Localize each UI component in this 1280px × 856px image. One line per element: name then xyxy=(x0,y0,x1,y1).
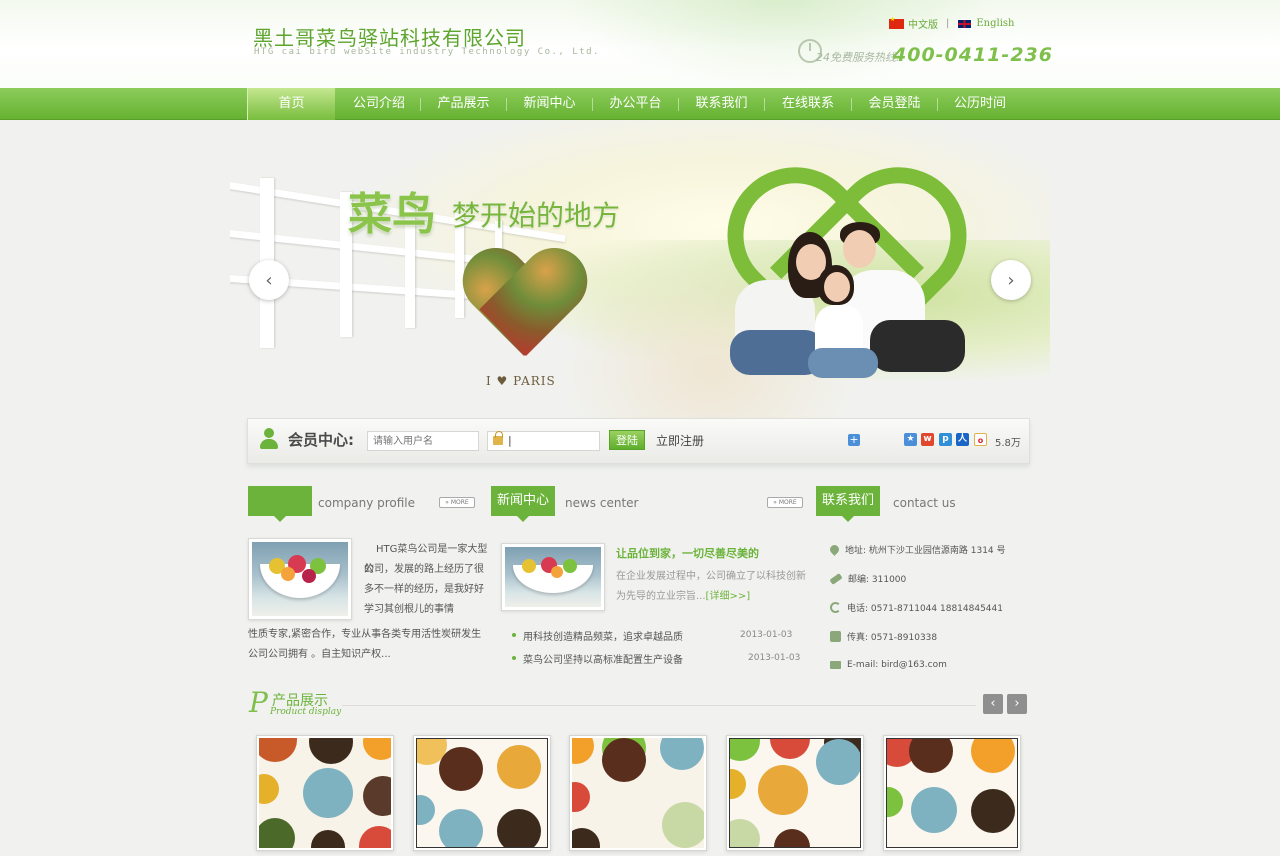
news-item-1-date: 2013-01-03 xyxy=(740,630,793,640)
hotline-number: 400-0411-236 xyxy=(893,44,1053,66)
site-header xyxy=(0,0,1280,88)
product-card-1[interactable] xyxy=(256,735,394,851)
company-desc-4: 学习其创根儿的事情 xyxy=(364,604,454,615)
lang-cn-link[interactable]: 中文版 xyxy=(908,16,938,31)
news-thumbnail[interactable] xyxy=(501,543,605,611)
bullet-icon xyxy=(512,633,516,637)
main-nav: 首页 公司介绍 产品展示 新闻中心 办公平台 联系我们 在线联系 会员登陆 公历… xyxy=(0,88,1280,120)
product-image xyxy=(259,738,391,848)
company-desc-3: 多不一样的经历，是我好好 xyxy=(364,584,484,595)
nav-about[interactable]: 公司介绍 xyxy=(338,88,420,120)
family-man-face xyxy=(843,230,876,268)
tencent-weibo-share-icon[interactable]: p xyxy=(939,433,952,446)
company-name-en: HTG cai bird webSite industry Technology… xyxy=(254,47,600,57)
company-more-button[interactable]: » MORE xyxy=(439,497,475,508)
product-card-5[interactable] xyxy=(883,735,1021,851)
product-card-3[interactable] xyxy=(569,735,707,851)
news-item-1-title[interactable]: 用科技创造精品频菜，追求卓越品质 xyxy=(523,628,683,643)
news-center-title: news center xyxy=(565,496,639,510)
product-card-2[interactable] xyxy=(413,735,551,851)
share-plus-icon[interactable]: + xyxy=(848,434,860,446)
nav-products[interactable]: 产品展示 xyxy=(421,88,506,120)
user-icon xyxy=(259,428,279,450)
share-count: 5.8万 xyxy=(995,438,1021,449)
nav-member-login[interactable]: 会员登陆 xyxy=(852,88,937,120)
hotline-label: 24免费服务热线: xyxy=(816,51,900,64)
qzone-share-icon[interactable]: ★ xyxy=(904,433,917,446)
nav-news[interactable]: 新闻中心 xyxy=(507,88,592,120)
banner-prev-button[interactable]: ‹ xyxy=(249,260,289,300)
lang-en-link[interactable]: English xyxy=(976,18,1014,29)
phone-icon xyxy=(830,602,841,613)
product-title-en: Product display xyxy=(270,707,342,717)
nav-calendar[interactable]: 公历时间 xyxy=(938,88,1022,120)
product-image xyxy=(729,738,861,848)
nav-home[interactable]: 首页 xyxy=(247,88,335,120)
banner-next-button[interactable]: › xyxy=(991,260,1031,300)
password-cursor: | xyxy=(508,434,512,447)
company-thumbnail[interactable] xyxy=(248,538,352,620)
weibo-share-icon[interactable]: w xyxy=(921,433,934,446)
renren-share-icon[interactable]: 人 xyxy=(956,433,969,446)
company-desc-6: 公司公司拥有 。自主知识产权... xyxy=(248,649,391,660)
pen-icon xyxy=(829,572,843,585)
company-desc-5: 性质专家,紧密合作，专业从事各类专用活性炭研发生 xyxy=(248,629,482,640)
product-next-button[interactable]: › xyxy=(1007,694,1027,714)
contact-tab[interactable]: 联系我们 xyxy=(816,486,880,522)
product-image xyxy=(416,738,548,848)
family-girl-face xyxy=(824,272,850,302)
contact-phone: 电话: 0571-8711044 18814845441 xyxy=(830,601,1003,614)
uk-flag-icon[interactable] xyxy=(957,18,973,29)
nav-online[interactable]: 在线联系 xyxy=(765,88,851,120)
company-profile-tab xyxy=(248,486,312,522)
news-item-2-date: 2013-01-03 xyxy=(748,653,801,663)
product-image xyxy=(572,738,704,848)
hero-banner: I ♥ PARIS 菜鸟 梦开始的地方 ‹ › xyxy=(230,120,1050,420)
nav-contact[interactable]: 联系我们 xyxy=(679,88,764,120)
news-item-2-title[interactable]: 菜鸟公司坚持以高标准配置生产设备 xyxy=(523,651,683,666)
salad-image xyxy=(505,547,601,607)
product-card-4[interactable] xyxy=(726,735,864,851)
product-prev-button[interactable]: ‹ xyxy=(983,694,1003,714)
product-divider xyxy=(342,705,976,706)
mail-icon xyxy=(830,661,841,669)
nav-office[interactable]: 办公平台 xyxy=(593,88,678,120)
family-girl-jeans xyxy=(808,348,878,378)
banner-title-sub: 梦开始的地方 xyxy=(452,199,621,232)
news-detail-link[interactable]: [详细>>] xyxy=(706,591,751,602)
food-heart-image xyxy=(460,250,590,370)
language-switch: 中文版 | English xyxy=(889,16,1015,31)
product-p-letter: P xyxy=(249,686,268,719)
password-input[interactable] xyxy=(487,431,600,451)
news-more-button[interactable]: » MORE xyxy=(767,497,803,508)
china-flag-icon[interactable] xyxy=(889,16,904,29)
paris-caption: I ♥ PARIS xyxy=(486,374,556,388)
contact-postcode: 邮编: 311000 xyxy=(829,572,906,585)
company-desc-2: 公司，发展的路上经历了很 xyxy=(364,564,484,575)
contact-title: contact us xyxy=(893,496,956,510)
baidu-share-icon[interactable]: o xyxy=(974,433,987,446)
register-link[interactable]: 立即注册 xyxy=(656,432,704,449)
contact-address: 地址: 杭州下沙工业园信源南路 1314 号 xyxy=(828,543,1006,556)
fax-icon xyxy=(830,631,841,642)
bullet-icon xyxy=(512,656,516,660)
salad-image xyxy=(252,542,348,616)
username-input[interactable] xyxy=(367,431,479,451)
news-headline[interactable]: 让品位到家，一切尽善尽美的 xyxy=(616,545,759,561)
banner-title-main: 菜鸟 xyxy=(348,189,436,240)
lang-separator: | xyxy=(946,18,950,29)
contact-email: E-mail: bird@163.com xyxy=(830,660,947,670)
family-man-pants xyxy=(870,320,965,372)
company-profile-title: company profile xyxy=(318,496,416,510)
contact-fax: 传真: 0571-8910338 xyxy=(830,630,937,643)
news-center-tab[interactable]: 新闻中心 xyxy=(491,486,555,522)
member-center-label: 会员中心: xyxy=(288,431,354,449)
location-icon xyxy=(828,543,841,556)
lock-icon xyxy=(493,431,503,445)
news-summary: 在企业发展过程中，公司确立了以科技创新 为先导的立业宗旨...[详细>>] xyxy=(616,571,806,602)
login-button[interactable]: 登陆 xyxy=(609,430,645,450)
product-image xyxy=(886,738,1018,848)
